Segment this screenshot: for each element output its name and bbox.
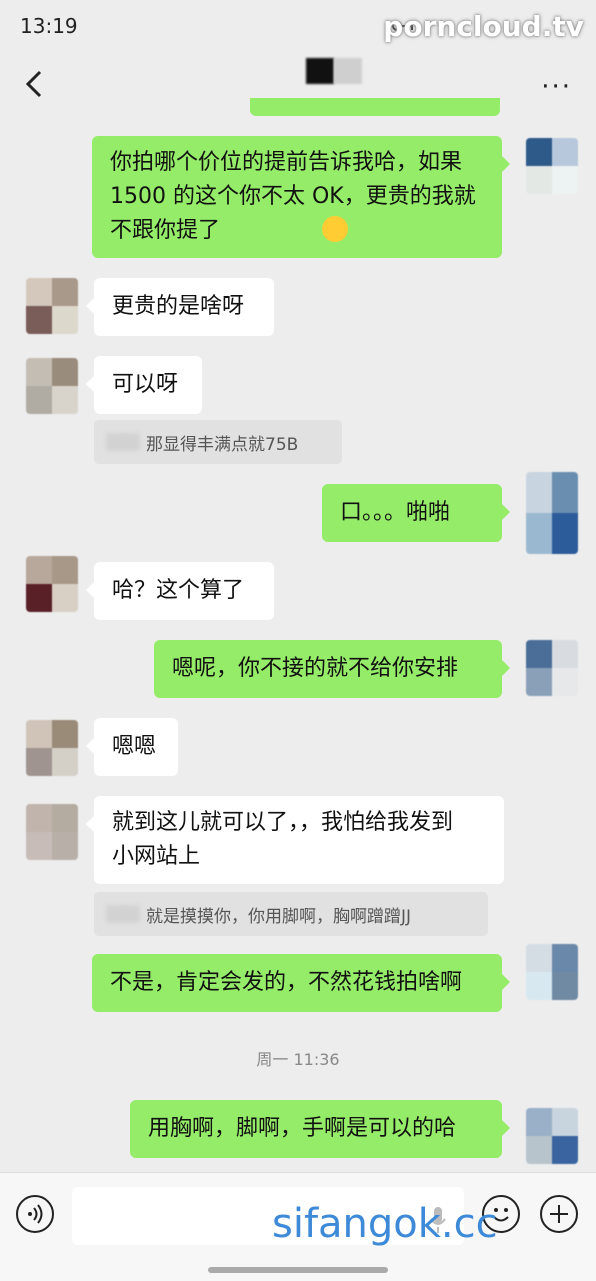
message-text: 嗯嗯 xyxy=(112,734,157,759)
my-avatar[interactable] xyxy=(526,944,578,1000)
contact-avatar[interactable] xyxy=(26,804,78,860)
home-indicator[interactable] xyxy=(208,1267,388,1273)
voice-icon[interactable] xyxy=(16,1195,54,1233)
message-text: 口。。。啪啪 xyxy=(340,500,451,525)
message-bubble-sent[interactable]: 你拍哪个价位的提前告诉我哈，如果 1500 的这个你不太 OK，更贵的我就 不跟… xyxy=(92,136,510,258)
message-text: 可以呀 xyxy=(112,372,179,397)
my-avatar[interactable] xyxy=(526,138,578,194)
message-bubble-sent[interactable]: 不是，肯定会发的，不然花钱拍啥啊 xyxy=(92,954,510,1012)
chat-input-bar: sifangok.cc xyxy=(0,1172,596,1281)
status-time: 13:19 xyxy=(20,14,78,38)
message-bubble-received[interactable]: 哈？这个算了 xyxy=(86,562,274,620)
status-bar: 13:19 porncloud.tv xyxy=(0,0,596,54)
message-text: 用胸啊，脚啊，手啊是可以的哈 xyxy=(148,1116,457,1141)
my-avatar[interactable] xyxy=(526,640,578,696)
quoted-message[interactable]: 就是摸摸你，你用脚啊，胸啊蹭蹭JJ xyxy=(94,892,488,936)
plus-icon[interactable] xyxy=(540,1195,578,1233)
message-text: 就到这儿就可以了，，我怕给我发到 小网站上 xyxy=(112,810,454,869)
contact-name-blurred xyxy=(306,58,362,84)
quoted-text: 那显得丰满点就75B xyxy=(146,434,299,455)
grinning-sweat-emoji-icon xyxy=(322,216,348,242)
contact-avatar[interactable] xyxy=(26,278,78,334)
message-text: 哈？这个算了 xyxy=(112,578,245,603)
contact-avatar[interactable] xyxy=(26,720,78,776)
my-avatar[interactable] xyxy=(526,1108,578,1164)
message-bubble-sent[interactable]: 用胸啊，脚啊，手啊是可以的哈 xyxy=(130,1100,510,1158)
message-bubble-received[interactable]: 更贵的是啥呀 xyxy=(86,278,274,336)
contact-avatar[interactable] xyxy=(26,556,78,612)
contact-avatar[interactable] xyxy=(26,358,78,414)
more-icon[interactable]: ··· xyxy=(541,72,572,102)
message-bubble-received[interactable]: 可以呀 xyxy=(86,356,202,414)
message-bubble-received[interactable]: 就到这儿就可以了，，我怕给我发到 小网站上 xyxy=(86,796,504,884)
message-bubble-sent[interactable]: 嗯呢，你不接的就不给你安排 xyxy=(154,640,510,698)
message-text: 更贵的是啥呀 xyxy=(112,294,245,319)
watermark-bottom: sifangok.cc xyxy=(272,1201,498,1247)
watermark-top: porncloud.tv xyxy=(383,10,584,43)
quoted-message[interactable]: 那显得丰满点就75B xyxy=(94,420,342,464)
quoted-sender-blurred xyxy=(106,905,140,923)
back-arrow-icon[interactable] xyxy=(22,64,52,104)
message-bubble-sent[interactable]: 口。。。啪啪 xyxy=(322,484,510,542)
my-avatar[interactable] xyxy=(526,472,578,554)
message-text: 你拍哪个价位的提前告诉我哈，如果 1500 的这个你不太 OK，更贵的我就 不跟… xyxy=(110,150,476,243)
chat-timestamp: 周一 11:36 xyxy=(256,1050,340,1069)
message-bubble-received[interactable]: 嗯嗯 xyxy=(86,718,178,776)
quoted-text: 就是摸摸你，你用脚啊，胸啊蹭蹭JJ xyxy=(146,906,412,927)
message-text: 不是，肯定会发的，不然花钱拍啥啊 xyxy=(110,970,463,995)
message-text: 嗯呢，你不接的就不给你安排 xyxy=(172,656,459,681)
previous-message-bubble xyxy=(250,98,500,116)
quoted-sender-blurred xyxy=(106,433,140,451)
